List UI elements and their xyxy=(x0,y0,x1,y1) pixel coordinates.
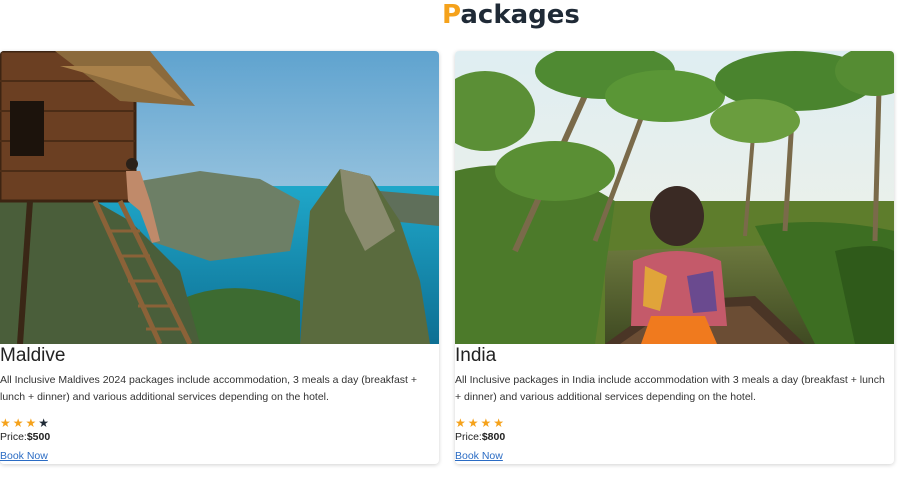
star-icon: ★ xyxy=(12,416,24,430)
star-icon: ★ xyxy=(0,416,11,430)
price-value: $800 xyxy=(481,431,506,443)
package-title: India xyxy=(455,345,497,366)
price-label: Price: xyxy=(0,431,27,443)
rating-stars: ★ ★ ★ ★ xyxy=(455,417,504,429)
star-icon: ★ xyxy=(455,416,466,430)
package-photo-india xyxy=(455,51,894,344)
price-value: $500 xyxy=(26,431,51,443)
page-title: Packages xyxy=(0,0,906,30)
package-photo-maldive xyxy=(0,51,439,344)
package-price: Price:$800 xyxy=(455,431,505,443)
page-title-rest: ackages xyxy=(460,0,580,30)
star-icon: ★ xyxy=(25,416,37,430)
star-icon: ★ xyxy=(493,416,505,430)
price-label: Price: xyxy=(455,431,482,443)
star-icon: ★ xyxy=(480,416,492,430)
star-icon: ★ xyxy=(38,416,50,430)
rating-stars: ★ ★ ★ ★ xyxy=(0,417,49,429)
package-card-maldive: Maldive All Inclusive Maldives 2024 pack… xyxy=(0,51,439,464)
book-now-link[interactable]: Book Now xyxy=(0,450,48,462)
package-description: All Inclusive Maldives 2024 packages inc… xyxy=(0,374,418,403)
book-now-link[interactable]: Book Now xyxy=(455,450,503,462)
package-card-india: India All Inclusive packages in India in… xyxy=(455,51,894,464)
page-title-first-letter: P xyxy=(442,0,461,30)
star-icon: ★ xyxy=(467,416,479,430)
package-description: All Inclusive packages in India include … xyxy=(455,374,885,403)
package-title: Maldive xyxy=(0,345,66,366)
package-price: Price:$500 xyxy=(0,431,50,443)
